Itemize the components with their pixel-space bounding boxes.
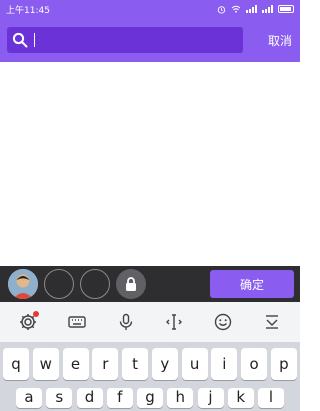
keyboard-settings-button[interactable] (17, 311, 40, 333)
key-h[interactable]: h (167, 388, 194, 408)
avatar[interactable] (8, 269, 38, 299)
key-w[interactable]: w (32, 348, 59, 380)
key-i[interactable]: i (211, 348, 238, 380)
keyboard-row-2: a s d f g h j k l (2, 388, 298, 408)
hide-keyboard-button[interactable] (261, 311, 283, 333)
search-header: 取消 (0, 18, 300, 62)
alarm-icon (217, 5, 226, 14)
avatar-photo (8, 269, 38, 299)
smiley-icon (214, 313, 232, 331)
empty-contact-slot[interactable] (80, 269, 110, 299)
wifi-icon (231, 5, 241, 13)
key-s[interactable]: s (46, 388, 73, 408)
key-l[interactable]: l (258, 388, 284, 408)
empty-contact-slot[interactable] (44, 269, 74, 299)
voice-input-button[interactable] (115, 311, 137, 333)
cursor-move-button[interactable] (163, 311, 185, 333)
key-u[interactable]: u (181, 348, 208, 380)
locked-contact-slot[interactable] (116, 269, 146, 299)
emoji-button[interactable] (212, 311, 234, 333)
status-bar: 上午11:45 (0, 0, 300, 18)
search-icon (12, 32, 28, 48)
selected-contacts-bar: 确定 (0, 266, 300, 302)
key-f[interactable]: f (106, 388, 133, 408)
key-o[interactable]: o (241, 348, 268, 380)
key-k[interactable]: k (227, 388, 254, 408)
key-p[interactable]: p (270, 348, 297, 380)
notification-dot (33, 311, 40, 317)
keyboard-row-1: q w e r t y u i o p (2, 348, 298, 380)
key-g[interactable]: g (137, 388, 163, 408)
confirm-button[interactable]: 确定 (210, 270, 294, 298)
collapse-keyboard-icon (265, 315, 278, 329)
keyboard-toolbar (0, 302, 300, 342)
keyboard: q w e r t y u i o p a s d f g h j k l (0, 342, 300, 411)
key-a[interactable]: a (16, 388, 42, 408)
key-r[interactable]: r (92, 348, 119, 380)
battery-icon (278, 5, 294, 13)
search-input[interactable] (7, 27, 243, 53)
lock-icon (126, 277, 136, 291)
keyboard-switch-button[interactable] (66, 311, 88, 333)
key-e[interactable]: e (62, 348, 89, 380)
key-q[interactable]: q (3, 348, 29, 380)
signal-icon (246, 5, 257, 13)
text-cursor-icon (166, 314, 183, 330)
text-cursor (34, 33, 35, 47)
key-d[interactable]: d (76, 388, 103, 408)
signal-icon-secondary (262, 5, 273, 13)
status-indicators (217, 5, 294, 14)
status-time: 上午11:45 (6, 5, 50, 16)
keyboard-icon (68, 316, 86, 328)
key-t[interactable]: t (122, 348, 149, 380)
cancel-button[interactable]: 取消 (268, 32, 294, 49)
key-y[interactable]: y (151, 348, 178, 380)
search-results-area (0, 62, 300, 266)
microphone-icon (119, 313, 132, 330)
key-j[interactable]: j (197, 388, 224, 408)
